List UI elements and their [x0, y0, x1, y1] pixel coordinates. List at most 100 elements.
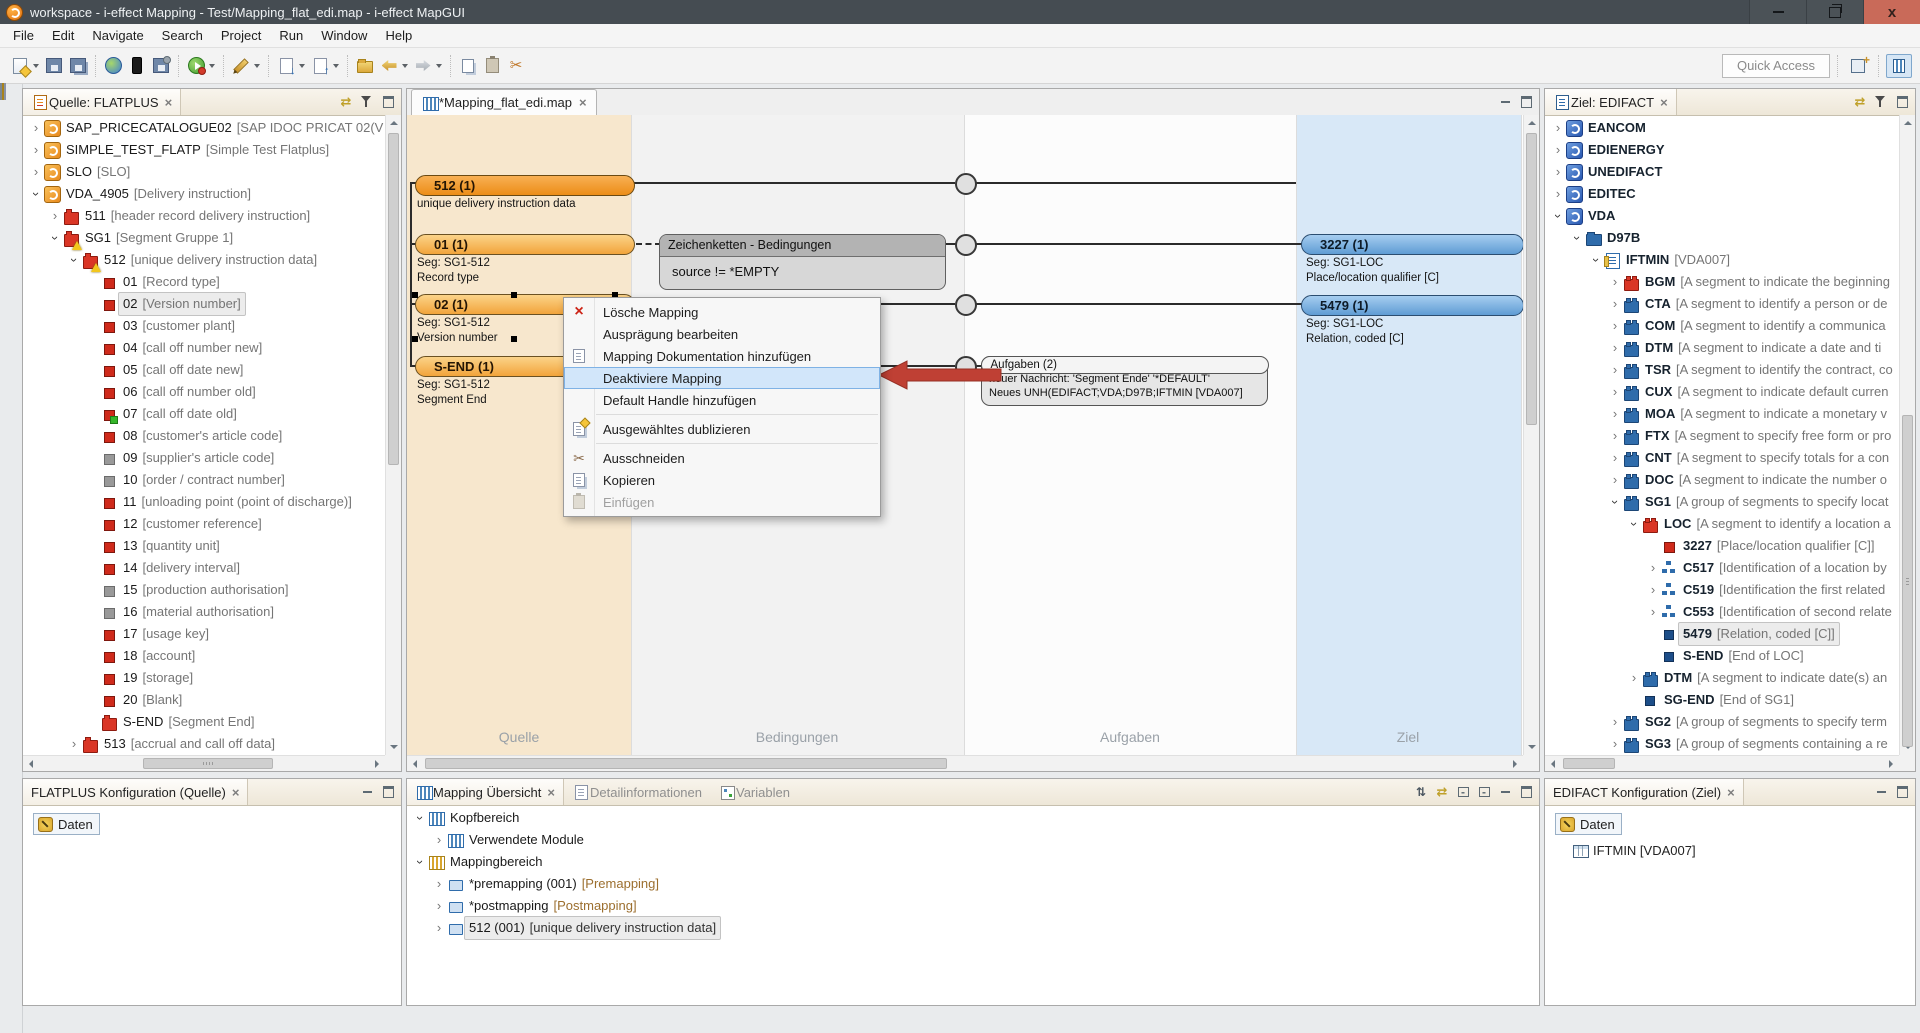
tree-item-label[interactable]: 06[call off number old]	[118, 380, 261, 404]
tree-item[interactable]: SAP_PRICECATALOGUE02[SAP IDOC PRICAT 02(…	[23, 117, 385, 139]
expander-icon[interactable]	[1608, 469, 1622, 491]
source-node-pill[interactable]: 01 (1)	[415, 234, 635, 255]
tree-item-label[interactable]: 20[Blank]	[118, 688, 187, 712]
menu-item[interactable]: Project	[212, 25, 270, 46]
tree-item[interactable]: 08[customer's article code]	[23, 425, 385, 447]
tree-item-label[interactable]: SG1[A group of segments to specify locat	[1640, 490, 1893, 514]
tree-item[interactable]: 13[quantity unit]	[23, 535, 385, 557]
mapping-line-selected[interactable]	[973, 303, 1303, 305]
tree-item-label[interactable]: SAP_PRICECATALOGUE02[SAP IDOC PRICAT 02(…	[61, 116, 385, 140]
overview-tab[interactable]: Mapping Übersicht×	[407, 779, 564, 805]
tree-item-label[interactable]: COM[A segment to identify a communica	[1640, 314, 1891, 338]
tree-item[interactable]: TSR[A segment to identify the contract, …	[1545, 359, 1899, 381]
tree-item[interactable]: 06[call off number old]	[23, 381, 385, 403]
expander-icon[interactable]	[1627, 513, 1641, 535]
maximize-view-icon[interactable]	[379, 783, 397, 801]
tree-item-label[interactable]: 512 (001)[unique delivery instruction da…	[464, 916, 721, 940]
expander-icon[interactable]	[1551, 117, 1565, 139]
minimize-editor-icon[interactable]	[1496, 93, 1514, 111]
tree-item-label[interactable]: 512[unique delivery instruction data]	[99, 248, 322, 272]
tree-item-label[interactable]: VDA	[1583, 204, 1620, 228]
tree-item-label[interactable]: TSR[A segment to identify the contract, …	[1640, 358, 1898, 382]
expander-icon[interactable]	[432, 917, 446, 939]
tab-mapping-flat-edi[interactable]: *Mapping_flat_edi.map×	[411, 89, 597, 115]
expander-icon[interactable]	[29, 117, 43, 139]
link-with-editor-icon[interactable]: ⇄	[1433, 783, 1451, 801]
daten-item[interactable]: Daten	[33, 813, 100, 835]
tree-item[interactable]: 14[delivery interval]	[23, 557, 385, 579]
tree-item-label[interactable]: SG-END[End of SG1]	[1659, 688, 1799, 712]
tree-item-label[interactable]: SIMPLE_TEST_FLATP[Simple Test Flatplus]	[61, 138, 334, 162]
tree-item-label[interactable]: 513[accrual and call off data]	[99, 732, 280, 755]
tree-item[interactable]: D97B	[1545, 227, 1899, 249]
expander-icon[interactable]	[1608, 733, 1622, 755]
tree-item[interactable]: 511[header record delivery instruction]	[23, 205, 385, 227]
tree-item[interactable]: 15[production authorisation]	[23, 579, 385, 601]
task-box[interactable]: Aufgaben (2) neuer Nachricht: 'Segment E…	[981, 356, 1268, 406]
tree-item[interactable]: DTM[A segment to indicate date(s) an	[1545, 667, 1899, 689]
maximize-view-icon[interactable]	[1893, 93, 1911, 111]
mapping-line[interactable]	[973, 182, 1296, 184]
tree-item-label[interactable]: 01[Record type]	[118, 270, 225, 294]
tree-item-label[interactable]: 10[order / contract number]	[118, 468, 290, 492]
target-tree-vscrollbar[interactable]	[1899, 115, 1915, 755]
tree-item-label[interactable]: EDIENERGY	[1583, 138, 1670, 162]
tree-item[interactable]: SG3[A group of segments containing a re	[1545, 733, 1899, 755]
new-wizard-button[interactable]	[8, 54, 32, 78]
back-button[interactable]	[377, 54, 401, 78]
tree-item[interactable]: 17[usage key]	[23, 623, 385, 645]
expander-icon[interactable]	[432, 873, 446, 895]
tree-item[interactable]: 05[call off date new]	[23, 359, 385, 381]
tree-item[interactable]: 3227[Place/location qualifier [C]]	[1545, 535, 1899, 557]
context-menu-item[interactable]: Deaktiviere Mapping	[564, 367, 880, 389]
tree-item-label[interactable]: 15[production authorisation]	[118, 578, 293, 602]
expander-icon[interactable]	[1608, 447, 1622, 469]
tree-item[interactable]: DTM[A segment to indicate a date and ti	[1545, 337, 1899, 359]
tree-item[interactable]: SG2[A group of segments to specify term	[1545, 711, 1899, 733]
tree-item[interactable]: 20[Blank]	[23, 689, 385, 711]
tree-item[interactable]: C553[Identification of second relate	[1545, 601, 1899, 623]
expander-icon[interactable]	[1551, 183, 1565, 205]
message-item[interactable]: IFTMIN [VDA007]	[1571, 841, 1915, 859]
expander-icon[interactable]	[1646, 557, 1660, 579]
mapping-handle[interactable]	[955, 173, 977, 195]
filter-icon[interactable]	[358, 93, 376, 111]
tree-item-label[interactable]: 04[call off number new]	[118, 336, 267, 360]
expander-icon[interactable]	[48, 205, 62, 227]
editor-hscrollbar[interactable]	[407, 755, 1523, 771]
source-node[interactable]: 512 (1) unique delivery instruction data	[407, 175, 631, 211]
menu-item[interactable]: File	[4, 25, 43, 46]
minimized-outline-icon[interactable]	[4, 83, 6, 100]
tree-item[interactable]: COM[A segment to identify a communica	[1545, 315, 1899, 337]
close-tab-icon[interactable]: ×	[232, 785, 240, 800]
expander-icon[interactable]	[67, 249, 81, 271]
target-node[interactable]: 5479 (1) Seg: SG1-LOC Relation, coded [C…	[1296, 295, 1521, 346]
close-tab-icon[interactable]: ×	[1660, 95, 1668, 110]
tree-item-label[interactable]: BGM[A segment to indicate the beginning	[1640, 270, 1895, 294]
expander-icon[interactable]	[1608, 271, 1622, 293]
context-menu-item[interactable]: Kopieren	[564, 469, 880, 491]
copy-button[interactable]	[456, 54, 480, 78]
expander-icon[interactable]	[1646, 601, 1660, 623]
daten-item[interactable]: Daten	[1555, 813, 1622, 835]
tree-item-label[interactable]: *premapping (001)[Premapping]	[464, 872, 664, 896]
context-menu-item[interactable]: Einfügen	[564, 491, 880, 513]
dropdown-caret-icon[interactable]	[436, 64, 442, 68]
tree-item[interactable]: 5479[Relation, coded [C]]	[1545, 623, 1899, 645]
tree-item[interactable]: 513[accrual and call off data]	[23, 733, 385, 755]
tree-item[interactable]: SG1[A group of segments to specify locat	[1545, 491, 1899, 513]
mapping-perspective-button[interactable]	[1886, 54, 1912, 78]
tree-item[interactable]: FTX[A segment to specify free form or pr…	[1545, 425, 1899, 447]
dropdown-caret-icon[interactable]	[254, 64, 260, 68]
tree-item-label[interactable]: Mappingbereich	[445, 850, 548, 874]
maximize-view-icon[interactable]	[379, 93, 397, 111]
tab-quelle-flatplus[interactable]: Quelle: FLATPLUS×	[23, 89, 181, 115]
tree-item[interactable]: *premapping (001)[Premapping]	[407, 873, 1539, 895]
push-up-button[interactable]	[308, 54, 332, 78]
menu-item[interactable]: Edit	[43, 25, 83, 46]
tree-item-label[interactable]: LOC[A segment to identify a location a	[1659, 512, 1896, 536]
tree-item-label[interactable]: C553[Identification of second relate	[1678, 600, 1897, 624]
tree-item[interactable]: Mappingbereich	[407, 851, 1539, 873]
tree-item-label[interactable]: 18[account]	[118, 644, 200, 668]
target-node-pill[interactable]: 5479 (1)	[1301, 295, 1523, 316]
